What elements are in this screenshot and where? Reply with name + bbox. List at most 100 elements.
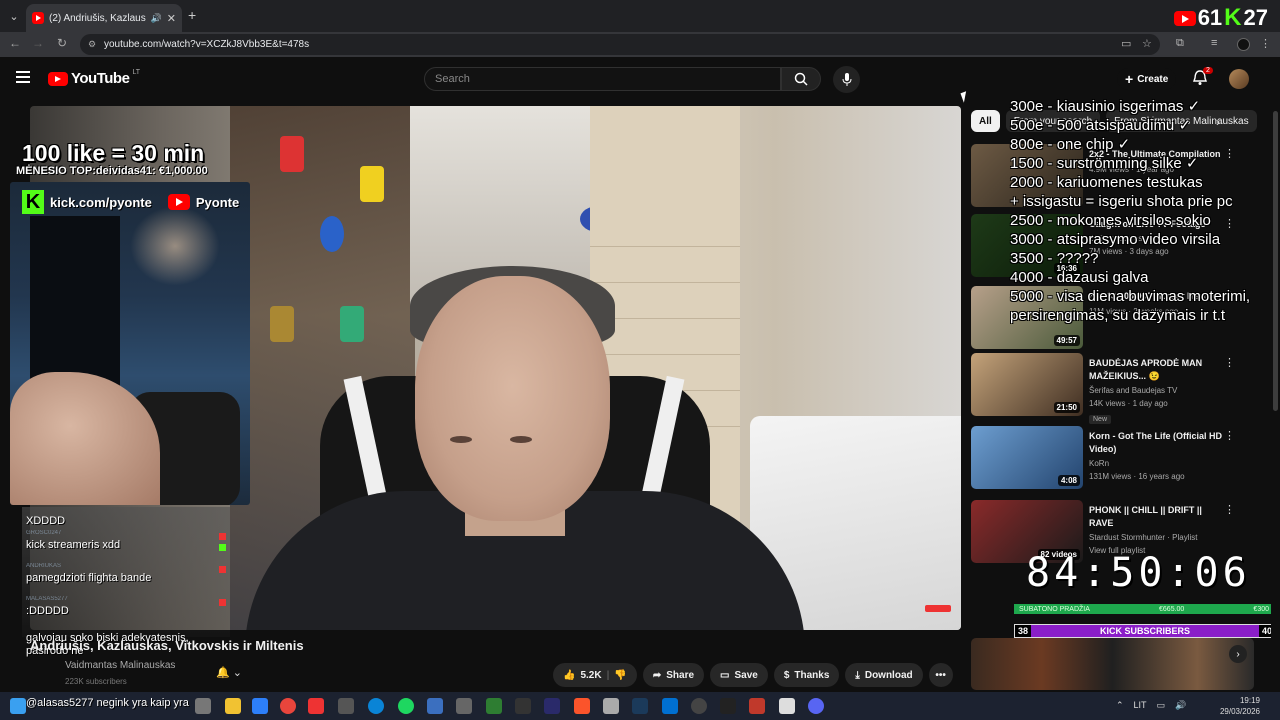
microphone-icon <box>842 72 851 86</box>
audio-playing-icon[interactable]: 🔊 <box>151 13 162 24</box>
subathon-goal-bar: SUBATONO PRADŽIA €665.00 €300 <box>1014 604 1274 614</box>
download-icon: ⤓ <box>855 669 860 681</box>
recommended-shorts-thumbnail[interactable] <box>971 638 1254 690</box>
save-button[interactable]: ▭ Save <box>710 663 768 687</box>
chrome-icon[interactable] <box>280 698 296 714</box>
app-icon[interactable] <box>779 698 795 714</box>
chat-message: ANDRIUKAS pamegdzioti flighta bande <box>22 563 230 596</box>
tab-search-icon[interactable]: ⌄ <box>4 6 24 26</box>
video-thumbnail[interactable]: 21:50 <box>971 353 1083 416</box>
system-tray: ⌃ LIT ▭ 🔊 <box>1116 700 1186 711</box>
store-icon[interactable] <box>252 698 268 714</box>
discord-icon[interactable] <box>808 698 824 714</box>
app-icon[interactable] <box>515 698 531 714</box>
download-button[interactable]: ⤓ Download <box>845 663 923 687</box>
like-button[interactable]: 👍 5.2K | 👎 <box>553 663 637 687</box>
subathon-timer: 84:50:06 <box>1026 550 1251 596</box>
channel-name[interactable]: Vaidmantas Malinauskas <box>65 660 175 671</box>
premiere-icon[interactable] <box>544 698 560 714</box>
share-button[interactable]: ➦ Share <box>642 663 705 687</box>
back-arrow-icon[interactable]: ← <box>6 36 24 50</box>
tab-close-icon[interactable]: ✕ <box>167 12 176 25</box>
obs-icon[interactable] <box>691 698 707 714</box>
app-icon[interactable] <box>749 698 765 714</box>
browser-tab-active[interactable]: (2) Andriušis, Kazlauskas, Vi 🔊 ✕ <box>26 4 182 32</box>
browser-menu-icon[interactable]: ⋮ <box>1260 37 1271 50</box>
edge-icon[interactable] <box>368 698 384 714</box>
webcam-overlay <box>10 182 250 505</box>
video-thumbnail[interactable]: 4:08 <box>971 426 1083 489</box>
youtube-favicon-icon <box>32 12 44 24</box>
like-goal-text: 100 like = 30 min <box>22 140 205 166</box>
chip-all[interactable]: All <box>971 110 1000 132</box>
app-icon[interactable] <box>662 698 678 714</box>
account-avatar[interactable] <box>1229 69 1249 89</box>
app-icon[interactable] <box>456 698 472 714</box>
voice-search-button[interactable] <box>833 66 860 93</box>
browser-tab-bar: ⌄ (2) Andriušis, Kazlauskas, Vi 🔊 ✕ + 61… <box>0 0 1280 32</box>
volume-icon[interactable]: 🔊 <box>1175 700 1186 711</box>
bookmark-icon: ▭ <box>720 669 730 681</box>
more-options-icon[interactable]: ⋮ <box>1224 503 1235 516</box>
taskbar-clock[interactable]: 19:19 29/03/2026 <box>1220 695 1260 717</box>
kick-logo-icon: K <box>1224 4 1242 31</box>
stream-chat-overlay: XDDDD GROSC0247 kick streameris xdd ANDR… <box>22 510 230 657</box>
file-explorer-icon[interactable] <box>225 698 241 714</box>
app-icon[interactable] <box>308 698 324 714</box>
page-scrollbar[interactable] <box>1271 101 1280 692</box>
media-control-icon[interactable]: ≡ <box>1211 37 1217 49</box>
menu-icon[interactable] <box>16 71 30 83</box>
forward-arrow-icon[interactable]: → <box>29 36 47 50</box>
chat-message: MALASAS5277 :DDDDD <box>22 596 230 629</box>
search-input[interactable]: Search <box>424 67 781 91</box>
brave-icon[interactable] <box>574 698 590 714</box>
create-button[interactable]: + Create <box>1117 68 1177 90</box>
profile-icon[interactable] <box>1237 38 1250 51</box>
recommended-video[interactable]: 21:50 BAUDĖJAS APRODĖ MAN MAŽEIKIUS... 😉… <box>971 353 1241 424</box>
recommended-video[interactable]: 4:08 Korn - Got The Life (Official HD Vi… <box>971 426 1241 490</box>
site-info-icon[interactable]: ⚙ <box>88 39 96 50</box>
extensions-icon[interactable]: ⧉ <box>1176 37 1184 50</box>
windows-taskbar <box>0 692 1280 720</box>
youtube-logo-icon <box>1173 10 1196 26</box>
cast-icon[interactable]: ▭ <box>1121 37 1131 50</box>
shelf-next-arrow-icon[interactable]: › <box>1229 645 1247 663</box>
app-icon[interactable] <box>603 698 619 714</box>
kick-logo-icon: K <box>22 190 44 214</box>
search-icon <box>794 72 808 86</box>
app-icon[interactable] <box>486 698 502 714</box>
reload-icon[interactable]: ↻ <box>53 36 71 50</box>
bookmark-star-icon[interactable]: ☆ <box>1142 37 1152 50</box>
url-field[interactable]: ⚙ youtube.com/watch?v=XCZkJ8Vbb3E&t=478s <box>80 34 1160 55</box>
thumbs-down-icon[interactable]: 👎 <box>614 670 626 681</box>
subscribe-watermark[interactable] <box>925 605 951 612</box>
top-donor-text: MĖNESIO TOP:deividas41: €1,000.00 <box>16 165 208 177</box>
windows-start-icon[interactable] <box>10 698 26 714</box>
network-icon[interactable]: ▭ <box>1157 700 1166 711</box>
app-icon[interactable] <box>338 698 354 714</box>
thanks-dollar-icon: $ <box>783 669 790 681</box>
more-actions-button[interactable]: ••• <box>928 663 953 687</box>
thanks-button[interactable]: $ Thanks <box>773 663 840 687</box>
search-button[interactable] <box>781 67 821 91</box>
subscription-bell-icon[interactable]: 🔔 ⌄ <box>216 666 242 679</box>
terminal-icon[interactable] <box>720 698 736 714</box>
keyboard-language[interactable]: LIT <box>1134 700 1147 711</box>
url-text: youtube.com/watch?v=XCZkJ8Vbb3E&t=478s <box>104 39 310 50</box>
youtube-header: YouTube LT Search + Create 2 <box>0 57 1280 101</box>
overlay-61k-logo: 61 K 27 <box>1173 4 1268 32</box>
task-view-icon[interactable] <box>195 698 211 714</box>
browser-address-bar: ← → ↻ ⚙ youtube.com/watch?v=XCZkJ8Vbb3E&… <box>0 32 1280 57</box>
chat-message: XDDDD <box>26 515 66 527</box>
steam-icon[interactable] <box>632 698 648 714</box>
more-options-icon[interactable]: ⋮ <box>1224 429 1235 442</box>
tray-arrow-icon[interactable]: ⌃ <box>1116 700 1124 711</box>
spotify-icon[interactable] <box>398 698 414 714</box>
more-options-icon[interactable]: ⋮ <box>1224 356 1235 369</box>
youtube-home-logo[interactable]: YouTube LT <box>48 69 140 87</box>
app-icon[interactable] <box>427 698 443 714</box>
new-tab-button[interactable]: + <box>188 7 196 23</box>
chat-message: GROSC0247 kick streameris xdd <box>22 530 230 563</box>
plus-icon: + <box>1125 71 1134 87</box>
notification-count-badge: 2 <box>1203 67 1213 74</box>
